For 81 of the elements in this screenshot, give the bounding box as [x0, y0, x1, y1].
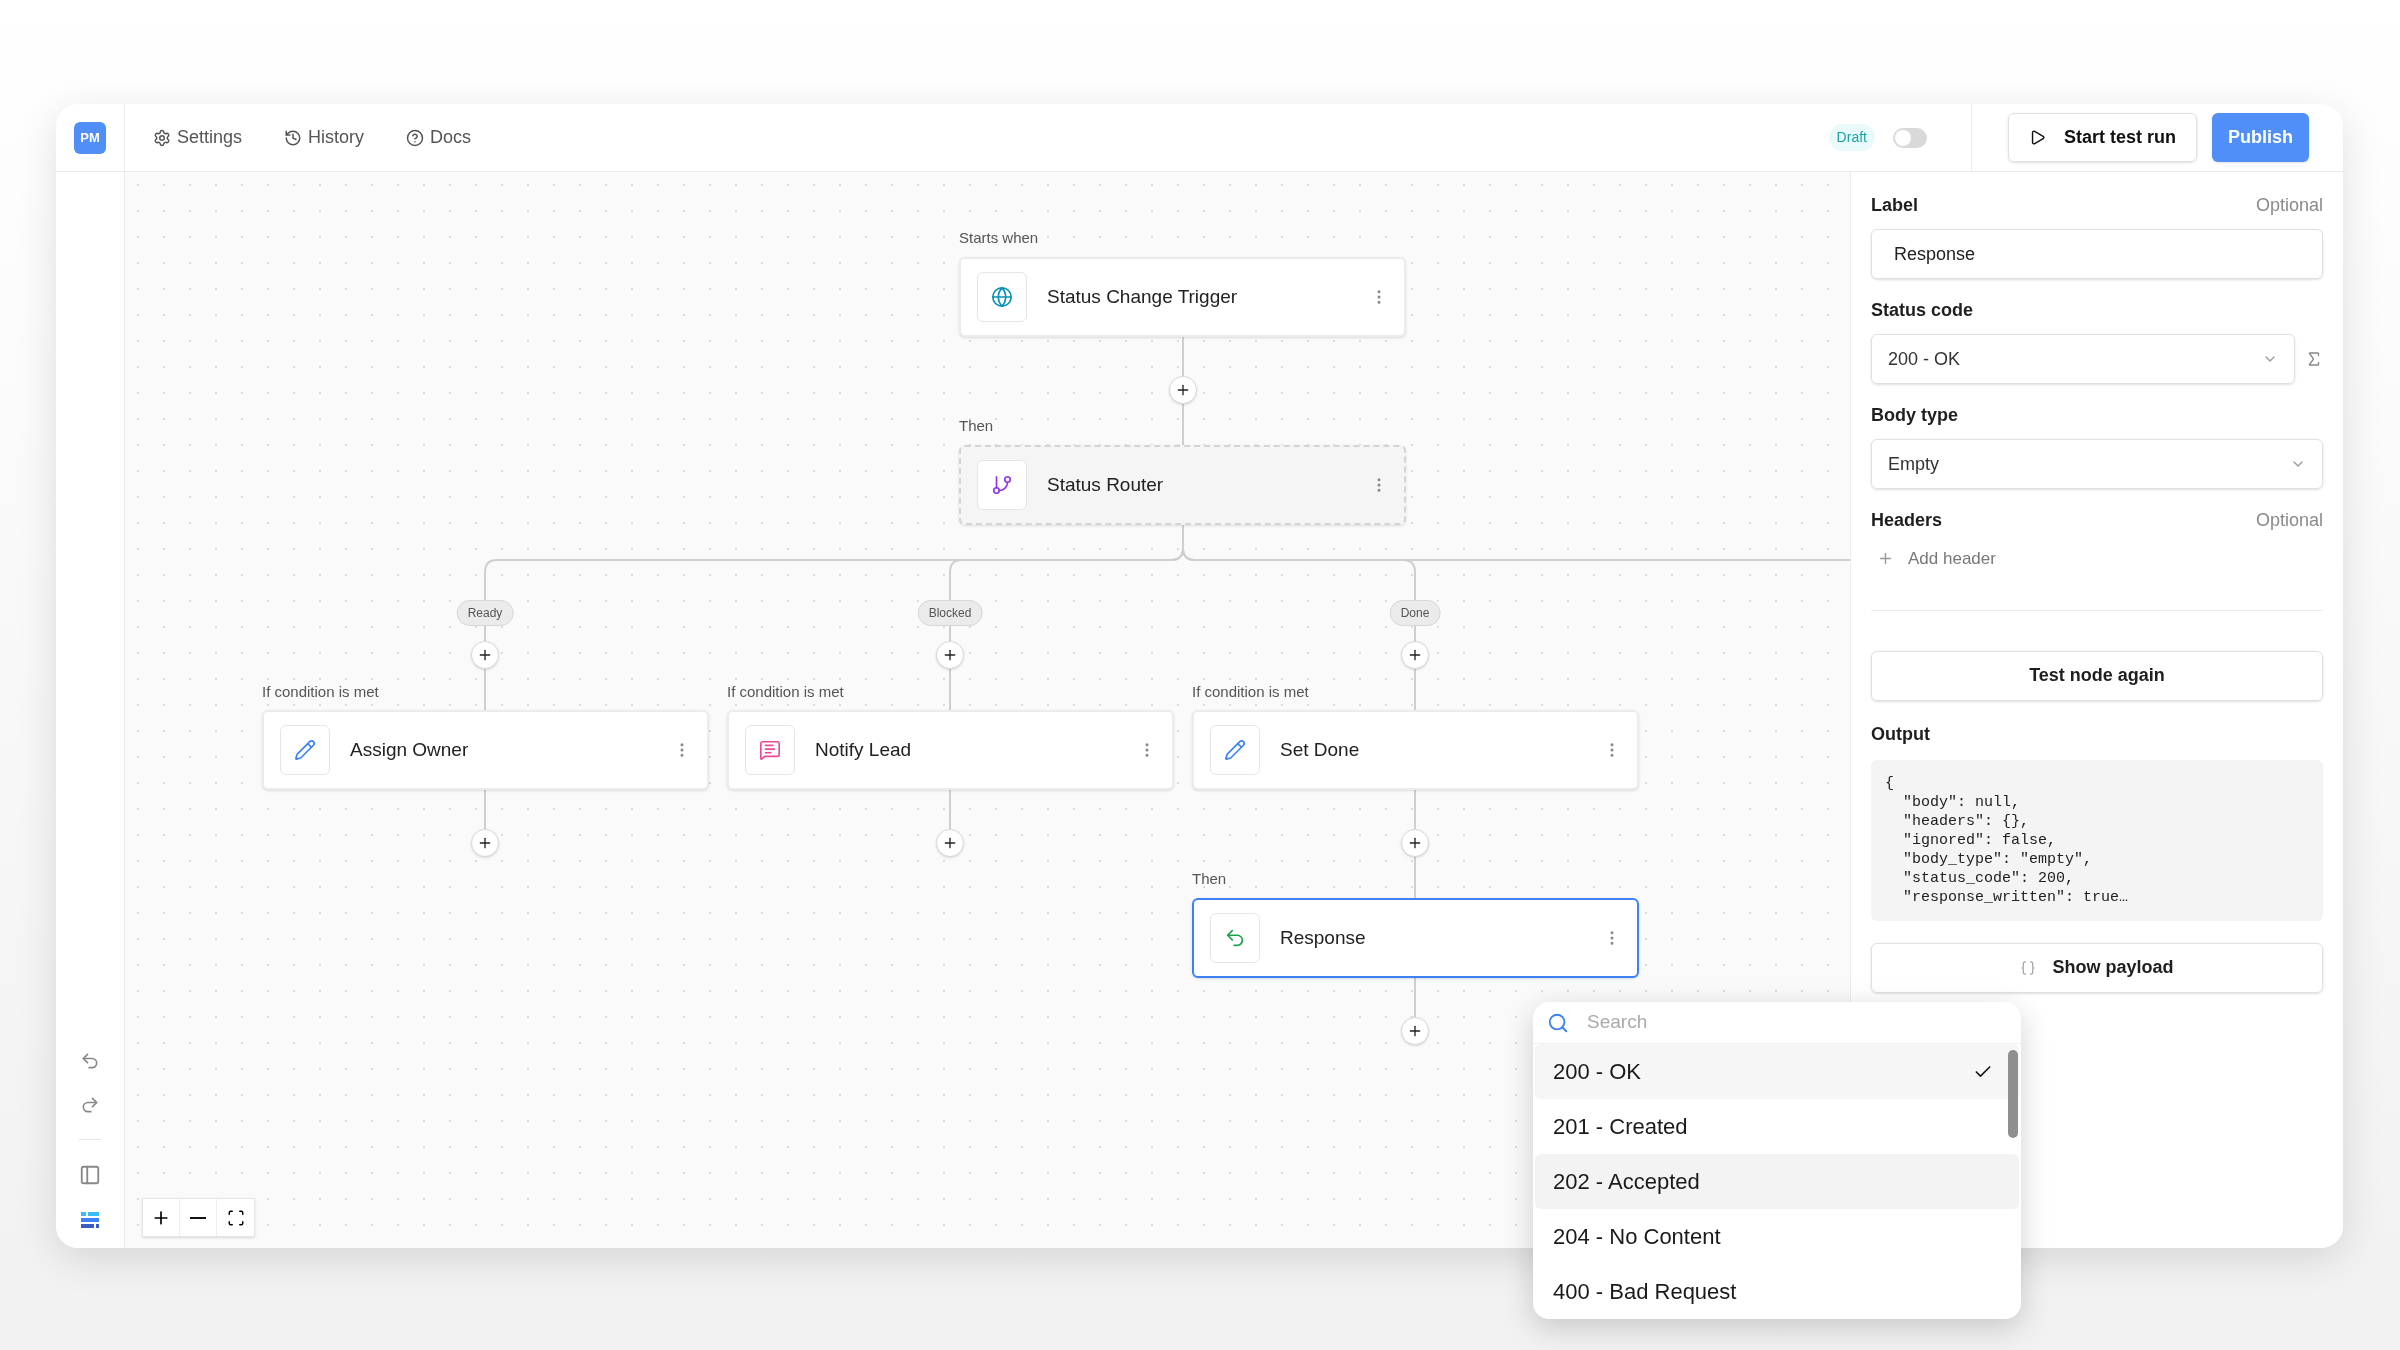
branch-badge: Blocked [917, 600, 983, 626]
status-option[interactable]: 201 - Created [1535, 1099, 2019, 1154]
add-step-button[interactable] [1401, 829, 1429, 857]
nav-link[interactable]: Docs [406, 124, 472, 151]
flow-node[interactable]: Status Change Trigger [959, 257, 1406, 337]
step-caption: Starts when [959, 228, 1039, 248]
add-step-button[interactable] [1401, 641, 1429, 669]
show-payload-button[interactable]: Show payload [1871, 942, 2323, 993]
history-icon [284, 128, 303, 147]
braces-icon [2020, 959, 2037, 976]
search-icon [1547, 1011, 1569, 1034]
field-label: Headers [1871, 509, 1943, 532]
step-caption: If condition is met [727, 682, 844, 702]
search-input[interactable]: Search [1587, 1008, 2007, 1037]
node-title: Response [1280, 925, 1367, 950]
add-step-button[interactable] [1169, 376, 1197, 404]
node-title: Assign Owner [350, 737, 470, 762]
test-node-button[interactable]: Test node again [1871, 650, 2323, 701]
add-header-button[interactable]: Add header [1871, 544, 2002, 574]
pencil-icon [280, 725, 330, 775]
status-option[interactable]: 400 - Bad Request [1535, 1264, 2019, 1319]
node-title: Set Done [1280, 737, 1361, 762]
undo-icon[interactable] [80, 1051, 100, 1071]
flow-node[interactable]: Set Done [1192, 710, 1639, 790]
step-caption: If condition is met [1192, 682, 1309, 702]
node-title: Status Change Trigger [1047, 284, 1239, 309]
field-label: Body type [1871, 404, 1958, 427]
status-code-select[interactable]: 200 - OK [1871, 334, 2295, 384]
plus-icon [1175, 382, 1191, 398]
optional-hint: Optional [2255, 509, 2323, 532]
branch-badge: Ready [456, 600, 514, 626]
output-label: Output [1871, 722, 1931, 746]
globe-icon [977, 272, 1027, 322]
node-title: Status Router [1047, 472, 1165, 497]
add-step-button[interactable] [471, 829, 499, 857]
sidebar-icon[interactable] [79, 1164, 101, 1186]
connector-line [949, 789, 951, 830]
message-icon [745, 725, 795, 775]
add-step-button[interactable] [471, 641, 499, 669]
step-caption: If condition is met [262, 682, 379, 702]
step-caption: Then [959, 416, 994, 436]
nav-link[interactable]: Settings [153, 124, 243, 151]
step-caption: Then [1192, 869, 1227, 889]
plus-icon [1407, 835, 1423, 851]
optional-hint: Optional [2255, 194, 2323, 217]
plus-icon [942, 835, 958, 851]
add-step-button[interactable] [936, 641, 964, 669]
plus-icon [1407, 1023, 1423, 1039]
node-title: Notify Lead [815, 737, 913, 762]
redo-icon[interactable] [80, 1095, 100, 1115]
label-input[interactable]: Response [1871, 229, 2323, 279]
branch-icon [977, 460, 1027, 510]
list-view-icon[interactable] [80, 1210, 100, 1230]
status-option[interactable]: 200 - OK [1535, 1044, 2019, 1099]
add-step-button[interactable] [936, 829, 964, 857]
connector-line [484, 789, 486, 830]
gear-icon [153, 128, 171, 147]
field-label: Status code [1871, 299, 1974, 322]
flow-node[interactable]: Status Router [959, 445, 1406, 525]
flow-node[interactable]: Notify Lead [727, 710, 1174, 790]
draft-badge: Draft [1828, 124, 1875, 151]
help-icon [406, 128, 425, 147]
flow-node[interactable]: Assign Owner [262, 710, 709, 790]
field-label: Label [1871, 194, 1918, 217]
fit-view-icon [226, 1208, 245, 1227]
status-option[interactable]: 204 - No Content [1535, 1209, 2019, 1264]
branch-badge: Done [1389, 600, 1441, 626]
body-type-select[interactable]: Empty [1871, 439, 2323, 489]
output-code: { "body": null, "headers": {}, "ignored": false, "body_type": "empty", "status_code": 200, "response_written": true… [1871, 759, 2323, 921]
start-test-run-button[interactable]: Start test run [2007, 113, 2197, 162]
minus-icon [190, 1216, 206, 1219]
pencil-icon [1210, 725, 1260, 775]
plus-icon [942, 647, 958, 663]
status-option[interactable]: 202 - Accepted [1535, 1154, 2019, 1209]
nav-link[interactable]: History [284, 124, 365, 151]
plus-icon [477, 647, 493, 663]
publish-toggle[interactable] [1892, 127, 1927, 148]
plus-icon [477, 835, 493, 851]
add-step-button[interactable] [1401, 1017, 1429, 1045]
plus-icon [1407, 647, 1423, 663]
flow-node[interactable]: Response [1192, 898, 1639, 978]
